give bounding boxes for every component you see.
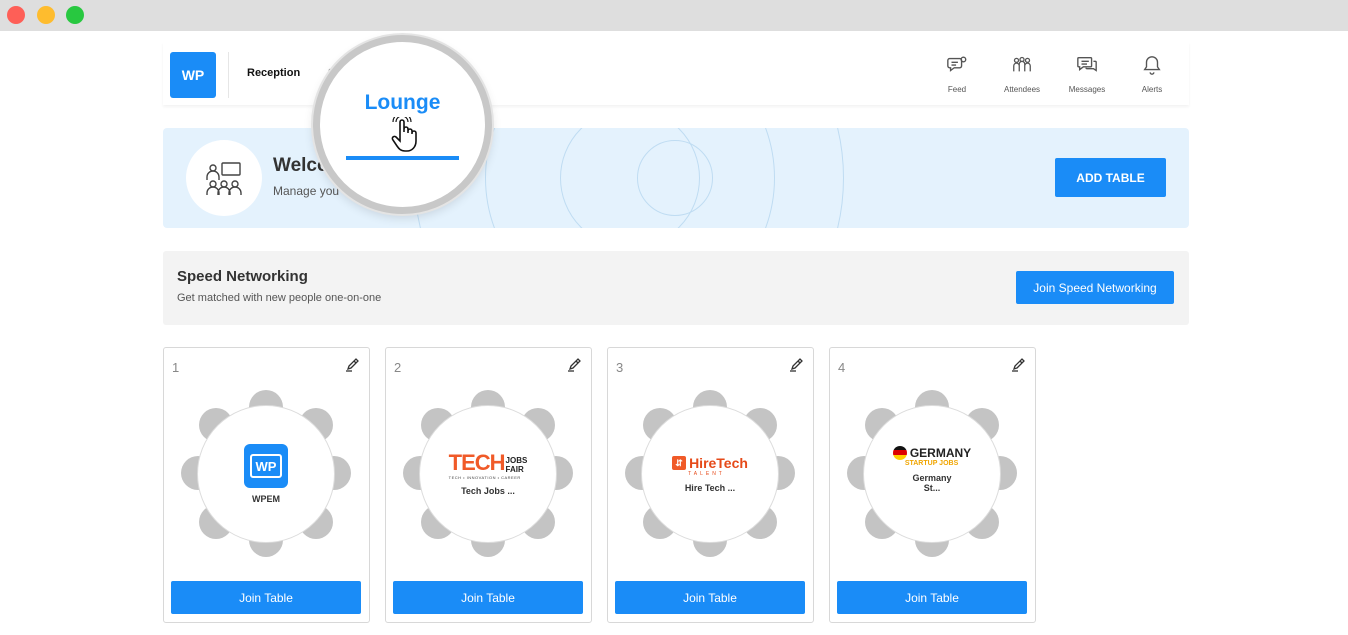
wpem-logo: WP <box>244 444 288 488</box>
germany-startup-jobs-logo: GERMANY STARTUP JOBS <box>892 445 972 467</box>
close-window-button[interactable] <box>7 6 25 24</box>
logo-text-hiretech: HireTech <box>689 455 748 471</box>
table-number: 4 <box>838 360 846 375</box>
speed-networking-subtitle: Get matched with new people one-on-one <box>177 292 382 304</box>
nav-alerts-label: Alerts <box>1141 85 1163 94</box>
wpem-logo-mark: WP <box>250 454 282 478</box>
edit-icon[interactable] <box>789 356 805 372</box>
window-titlebar <box>0 0 1348 31</box>
nav-messages-label: Messages <box>1068 85 1106 94</box>
speed-networking-title: Speed Networking <box>177 268 308 285</box>
speed-networking-panel: Speed Networking Get matched with new pe… <box>163 251 1189 325</box>
maximize-window-button[interactable] <box>66 6 84 24</box>
attendees-icon <box>1013 56 1031 72</box>
join-table-button[interactable]: Join Table <box>171 581 361 614</box>
table-name: Hire Tech ... <box>684 483 736 493</box>
lounge-icon-badge <box>186 140 262 216</box>
messages-icon <box>1077 56 1097 72</box>
logo-tagline: TALENT <box>688 471 725 477</box>
tech-jobs-fair-logo: TECH JOBS FAIR TECH • INNOVATION • CAREE… <box>448 450 528 481</box>
logo-text-germany: GERMANY <box>909 445 972 460</box>
logo-text-fair: FAIR <box>505 465 524 474</box>
germany-flag-icon <box>892 445 907 460</box>
table-card: 3 ⇵ HireTech TALENT Hire Tech ... Join T… <box>607 347 814 623</box>
add-table-button[interactable]: ADD TABLE <box>1055 158 1166 197</box>
table-circle[interactable]: WP WPEM <box>197 405 335 543</box>
table-seating: WP WPEM <box>164 388 369 563</box>
nav-alerts[interactable]: Alerts <box>1122 54 1182 94</box>
edit-icon[interactable] <box>345 356 361 372</box>
table-card: 1 WP WPEM Join Table <box>163 347 370 623</box>
table-number: 2 <box>394 360 402 375</box>
table-name: Germany St... <box>912 473 951 493</box>
table-name-line2: St... <box>923 482 941 493</box>
logo-text-tech: TECH <box>448 450 506 475</box>
nav-link-reception[interactable]: Reception <box>247 67 300 79</box>
table-circle[interactable]: TECH JOBS FAIR TECH • INNOVATION • CAREE… <box>419 405 557 543</box>
join-speed-networking-button[interactable]: Join Speed Networking <box>1016 271 1174 304</box>
hero-subtitle: Manage you <box>273 184 340 198</box>
nav-feed[interactable]: Feed <box>927 54 987 94</box>
table-circle[interactable]: ⇵ HireTech TALENT Hire Tech ... <box>641 405 779 543</box>
pointer-hand-icon <box>391 117 417 152</box>
app-logo[interactable]: WP <box>170 52 216 98</box>
feed-icon <box>947 56 967 72</box>
nav-attendees[interactable]: Attendees <box>992 54 1052 94</box>
table-card: 4 GERMANY STARTUP JOBS Germany St... Joi… <box>829 347 1036 623</box>
nav-messages[interactable]: Messages <box>1057 54 1117 94</box>
table-card: 2 TECH JOBS FAIR TECH • INNOVATION • CAR… <box>385 347 592 623</box>
nav-attendees-label: Attendees <box>1003 85 1041 94</box>
logo-tagline: TECH • INNOVATION • CAREER <box>448 475 521 480</box>
table-seating: TECH JOBS FAIR TECH • INNOVATION • CAREE… <box>386 388 591 563</box>
magnifier-callout: Lounge <box>313 35 492 214</box>
edit-icon[interactable] <box>567 356 583 372</box>
logo-tagline: STARTUP JOBS <box>904 459 959 467</box>
table-name-line1: Germany <box>912 472 952 483</box>
alerts-icon <box>1143 56 1161 75</box>
table-number: 3 <box>616 360 624 375</box>
active-tab-indicator <box>346 156 459 160</box>
table-seating: GERMANY STARTUP JOBS Germany St... <box>830 388 1035 563</box>
decorative-ring <box>637 140 713 216</box>
nav-feed-label: Feed <box>947 85 967 94</box>
table-circle[interactable]: GERMANY STARTUP JOBS Germany St... <box>863 405 1001 543</box>
table-number: 1 <box>172 360 180 375</box>
join-table-button[interactable]: Join Table <box>837 581 1027 614</box>
hiretech-mark: ⇵ <box>672 456 687 470</box>
table-name: WPEM <box>252 494 280 504</box>
table-seating: ⇵ HireTech TALENT Hire Tech ... <box>608 388 813 563</box>
edit-icon[interactable] <box>1011 356 1027 372</box>
logo-text-jobs: JOBS <box>505 456 528 465</box>
join-table-button[interactable]: Join Table <box>615 581 805 614</box>
minimize-window-button[interactable] <box>37 6 55 24</box>
hiretech-logo: ⇵ HireTech TALENT <box>672 455 748 477</box>
nav-divider <box>228 52 229 98</box>
nav-tab-lounge[interactable]: Lounge <box>320 91 485 115</box>
meeting-people-icon <box>206 162 242 195</box>
table-name: Tech Jobs ... <box>461 486 515 496</box>
join-table-button[interactable]: Join Table <box>393 581 583 614</box>
